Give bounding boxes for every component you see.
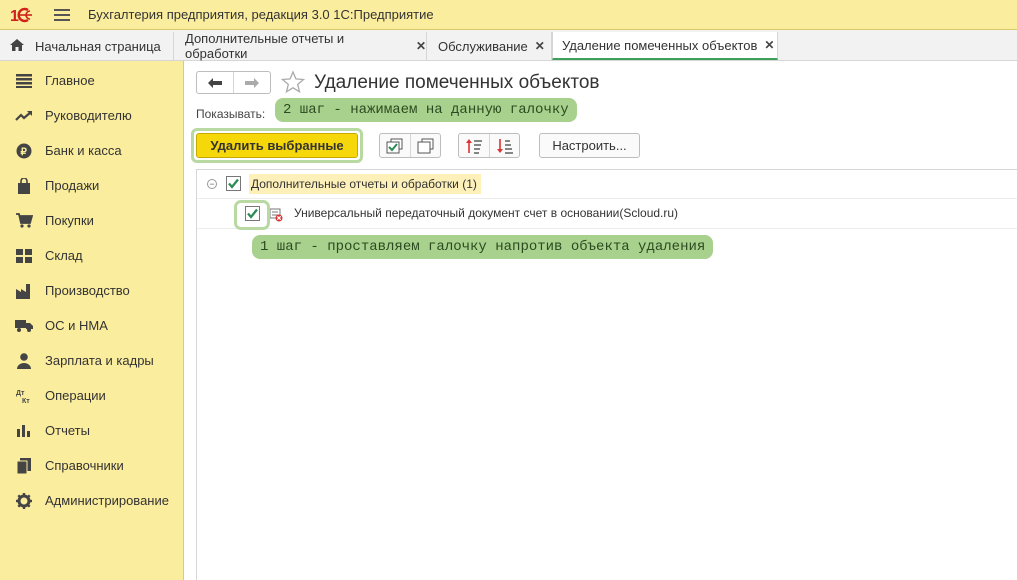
sidebar-item-purchases[interactable]: Покупки	[0, 203, 183, 238]
gear-icon	[15, 492, 33, 510]
nav-buttons	[196, 71, 271, 94]
favorite-star-icon[interactable]	[280, 70, 306, 94]
svg-text:Дт: Дт	[16, 390, 25, 397]
title-bar: 1 Бухгалтерия предприятия, редакция 3.0 …	[0, 0, 1017, 30]
book-icon	[15, 457, 33, 475]
warehouse-icon	[15, 247, 33, 265]
check-all-button[interactable]	[380, 134, 410, 157]
tab-delete-marked[interactable]: Удаление помеченных объектов ✕	[552, 32, 778, 60]
objects-tree: − Дополнительные отчеты и обработки (1) …	[196, 169, 1017, 580]
delete-selected-button[interactable]: Удалить выбранные	[196, 133, 358, 158]
group-label: Дополнительные отчеты и обработки (1)	[249, 174, 481, 194]
truck-icon	[15, 317, 33, 335]
svg-text:₽: ₽	[21, 147, 28, 158]
sidebar-item-production[interactable]: Производство	[0, 273, 183, 308]
sidebar-item-fixed-assets[interactable]: ОС и НМА	[0, 308, 183, 343]
marked-object-icon	[269, 208, 283, 222]
person-icon	[15, 352, 33, 370]
sidebar: Главное Руководителю ₽ Банк и касса Прод…	[0, 61, 184, 580]
sidebar-item-warehouse[interactable]: Склад	[0, 238, 183, 273]
main-content: Удаление помеченных объектов Показывать:…	[184, 61, 1017, 580]
tabs-bar: Начальная страница Дополнительные отчеты…	[0, 30, 1017, 61]
collapse-icon[interactable]: −	[207, 179, 217, 189]
sort-asc-button[interactable]	[459, 134, 489, 157]
sort-ascending-icon	[466, 138, 482, 154]
tree-group-row[interactable]: − Дополнительные отчеты и обработки (1)	[197, 170, 1017, 199]
close-icon[interactable]: ✕	[535, 39, 545, 53]
factory-icon	[15, 282, 33, 300]
tab-label: Обслуживание	[438, 38, 528, 54]
main-menu-icon[interactable]	[54, 8, 70, 21]
uncheck-all-button[interactable]	[410, 134, 440, 157]
annotation-step-1: 1 шаг - проставляем галочку напротив объ…	[252, 235, 714, 259]
annotation-step-2: 2 шаг - нажимаем на данную галочку	[275, 98, 577, 122]
tree-item-row[interactable]: Универсальный передаточный документ счет…	[197, 199, 1017, 229]
home-icon	[9, 38, 25, 55]
group-checkbox[interactable]	[226, 176, 241, 191]
item-label: Универсальный передаточный документ счет…	[294, 206, 679, 220]
close-icon[interactable]: ✕	[764, 38, 774, 52]
bag-icon	[15, 177, 33, 195]
tab-additional-reports[interactable]: Дополнительные отчеты и обработки ✕	[175, 31, 427, 61]
sidebar-item-director[interactable]: Руководителю	[0, 98, 183, 133]
tab-label: Удаление помеченных объектов	[562, 37, 758, 53]
ruble-icon: ₽	[15, 142, 33, 160]
sort-desc-button[interactable]	[489, 134, 519, 157]
arrow-right-icon	[245, 77, 259, 88]
sidebar-item-admin[interactable]: Администрирование	[0, 483, 183, 518]
sidebar-item-bank[interactable]: ₽ Банк и касса	[0, 133, 183, 168]
check-group	[379, 133, 441, 158]
settings-button[interactable]: Настроить...	[539, 133, 640, 158]
1c-logo: 1	[10, 6, 42, 24]
arrow-left-icon	[208, 77, 222, 88]
checkbox-highlight	[234, 200, 270, 230]
dt-kt-icon: Дт Кт	[15, 387, 33, 405]
check-all-icon	[386, 138, 403, 153]
tab-home[interactable]: Начальная страница	[0, 32, 174, 60]
sidebar-item-sales[interactable]: Продажи	[0, 168, 183, 203]
list-icon	[15, 72, 33, 90]
close-icon[interactable]: ✕	[416, 39, 426, 53]
show-label: Показывать:	[196, 107, 266, 121]
sort-group	[458, 133, 520, 158]
tab-label: Начальная страница	[35, 38, 161, 54]
sidebar-item-salary[interactable]: Зарплата и кадры	[0, 343, 183, 378]
bar-chart-icon	[15, 422, 33, 440]
sidebar-item-catalogs[interactable]: Справочники	[0, 448, 183, 483]
trend-icon	[15, 107, 33, 125]
uncheck-all-icon	[417, 138, 433, 153]
tab-maintenance[interactable]: Обслуживание ✕	[428, 32, 552, 60]
tab-label: Дополнительные отчеты и обработки	[185, 31, 345, 61]
svg-text:Кт: Кт	[22, 398, 30, 404]
checkmark-icon	[228, 178, 239, 189]
sidebar-item-main[interactable]: Главное	[0, 63, 183, 98]
cart-icon	[15, 212, 33, 230]
sort-descending-icon	[496, 138, 513, 154]
forward-button[interactable]	[233, 72, 270, 93]
back-button[interactable]	[197, 72, 233, 93]
page-title: Удаление помеченных объектов	[314, 72, 600, 93]
sidebar-item-operations[interactable]: Дт Кт Операции	[0, 378, 183, 413]
sidebar-item-reports[interactable]: Отчеты	[0, 413, 183, 448]
app-title: Бухгалтерия предприятия, редакция 3.0 1С…	[88, 7, 434, 22]
